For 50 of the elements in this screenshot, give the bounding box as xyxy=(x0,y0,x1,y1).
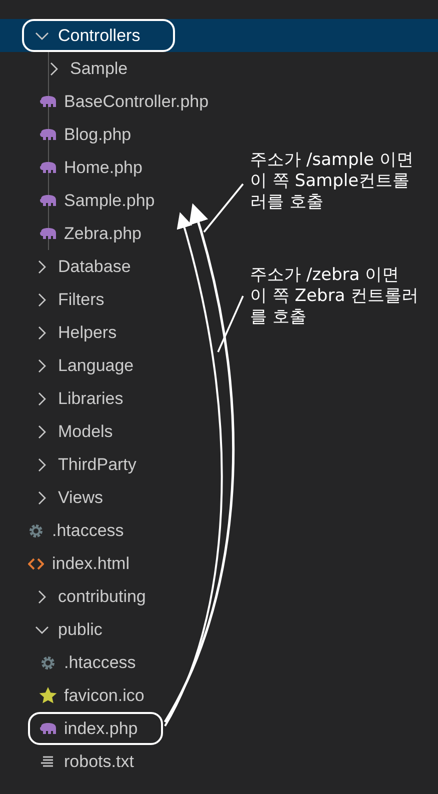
folder-row[interactable]: Filters xyxy=(0,283,240,316)
folder-row[interactable]: Models xyxy=(0,415,240,448)
lines-icon xyxy=(41,756,55,768)
file-row[interactable]: .htaccess xyxy=(0,514,240,547)
file-row[interactable]: robots.txt xyxy=(0,745,240,778)
chevron-right-icon xyxy=(38,292,46,306)
file-row[interactable]: favicon.ico xyxy=(0,679,240,712)
folder-row[interactable]: public xyxy=(0,613,240,646)
folder-row[interactable]: Database xyxy=(0,250,240,283)
file-row[interactable]: index.html xyxy=(0,547,240,580)
folder-row[interactable]: Language xyxy=(0,349,240,382)
elephant-icon xyxy=(39,722,57,736)
folder-row[interactable]: Helpers xyxy=(0,316,240,349)
chevron-right-icon xyxy=(50,62,58,76)
file-row[interactable]: .htaccess xyxy=(0,646,240,679)
file-row[interactable]: BaseController.php xyxy=(0,85,240,118)
chevron-right-icon xyxy=(38,392,46,406)
chevron-right-icon xyxy=(38,424,46,438)
chevron-right-icon xyxy=(38,590,46,604)
chevron-right-icon xyxy=(38,458,46,472)
folder-row[interactable]: ThirdParty xyxy=(0,448,240,481)
annotation-text: 주소가 /zebra 이면 이 쪽 Zebra 컨트롤러 를 호출 xyxy=(250,265,419,328)
chevron-down-icon xyxy=(35,626,49,634)
chevron-right-icon xyxy=(38,326,46,340)
gear-icon xyxy=(40,654,56,670)
star-icon xyxy=(39,687,57,704)
gear-icon xyxy=(28,522,44,538)
file-row[interactable]: index.php xyxy=(0,712,240,745)
chevron-right-icon xyxy=(38,260,46,274)
elephant-icon xyxy=(39,226,57,240)
elephant-icon xyxy=(39,160,57,174)
folder-row[interactable]: Views xyxy=(0,481,240,514)
elephant-icon xyxy=(39,94,57,108)
leader-line xyxy=(217,296,244,352)
file-row[interactable]: Home.php xyxy=(0,151,240,184)
folder-row[interactable]: Libraries xyxy=(0,382,240,415)
leader-line xyxy=(203,183,244,233)
folder-row[interactable]: Controllers xyxy=(0,19,438,52)
elephant-icon xyxy=(39,128,57,142)
chevron-right-icon xyxy=(38,490,46,504)
file-row[interactable]: Zebra.php xyxy=(0,217,240,250)
chevron-right-icon xyxy=(38,358,46,372)
file-row[interactable]: Sample.php xyxy=(0,184,240,217)
folder-row[interactable]: Sample xyxy=(0,52,240,85)
folder-row[interactable]: contributing xyxy=(0,580,240,613)
elephant-icon xyxy=(39,194,57,208)
file-row[interactable]: Blog.php xyxy=(0,118,240,151)
chevron-down-icon xyxy=(35,32,49,40)
code-brackets-icon xyxy=(28,558,44,570)
annotation-text: 주소가 /sample 이면 이 쪽 Sample컨트롤 러를 호출 xyxy=(250,150,414,213)
